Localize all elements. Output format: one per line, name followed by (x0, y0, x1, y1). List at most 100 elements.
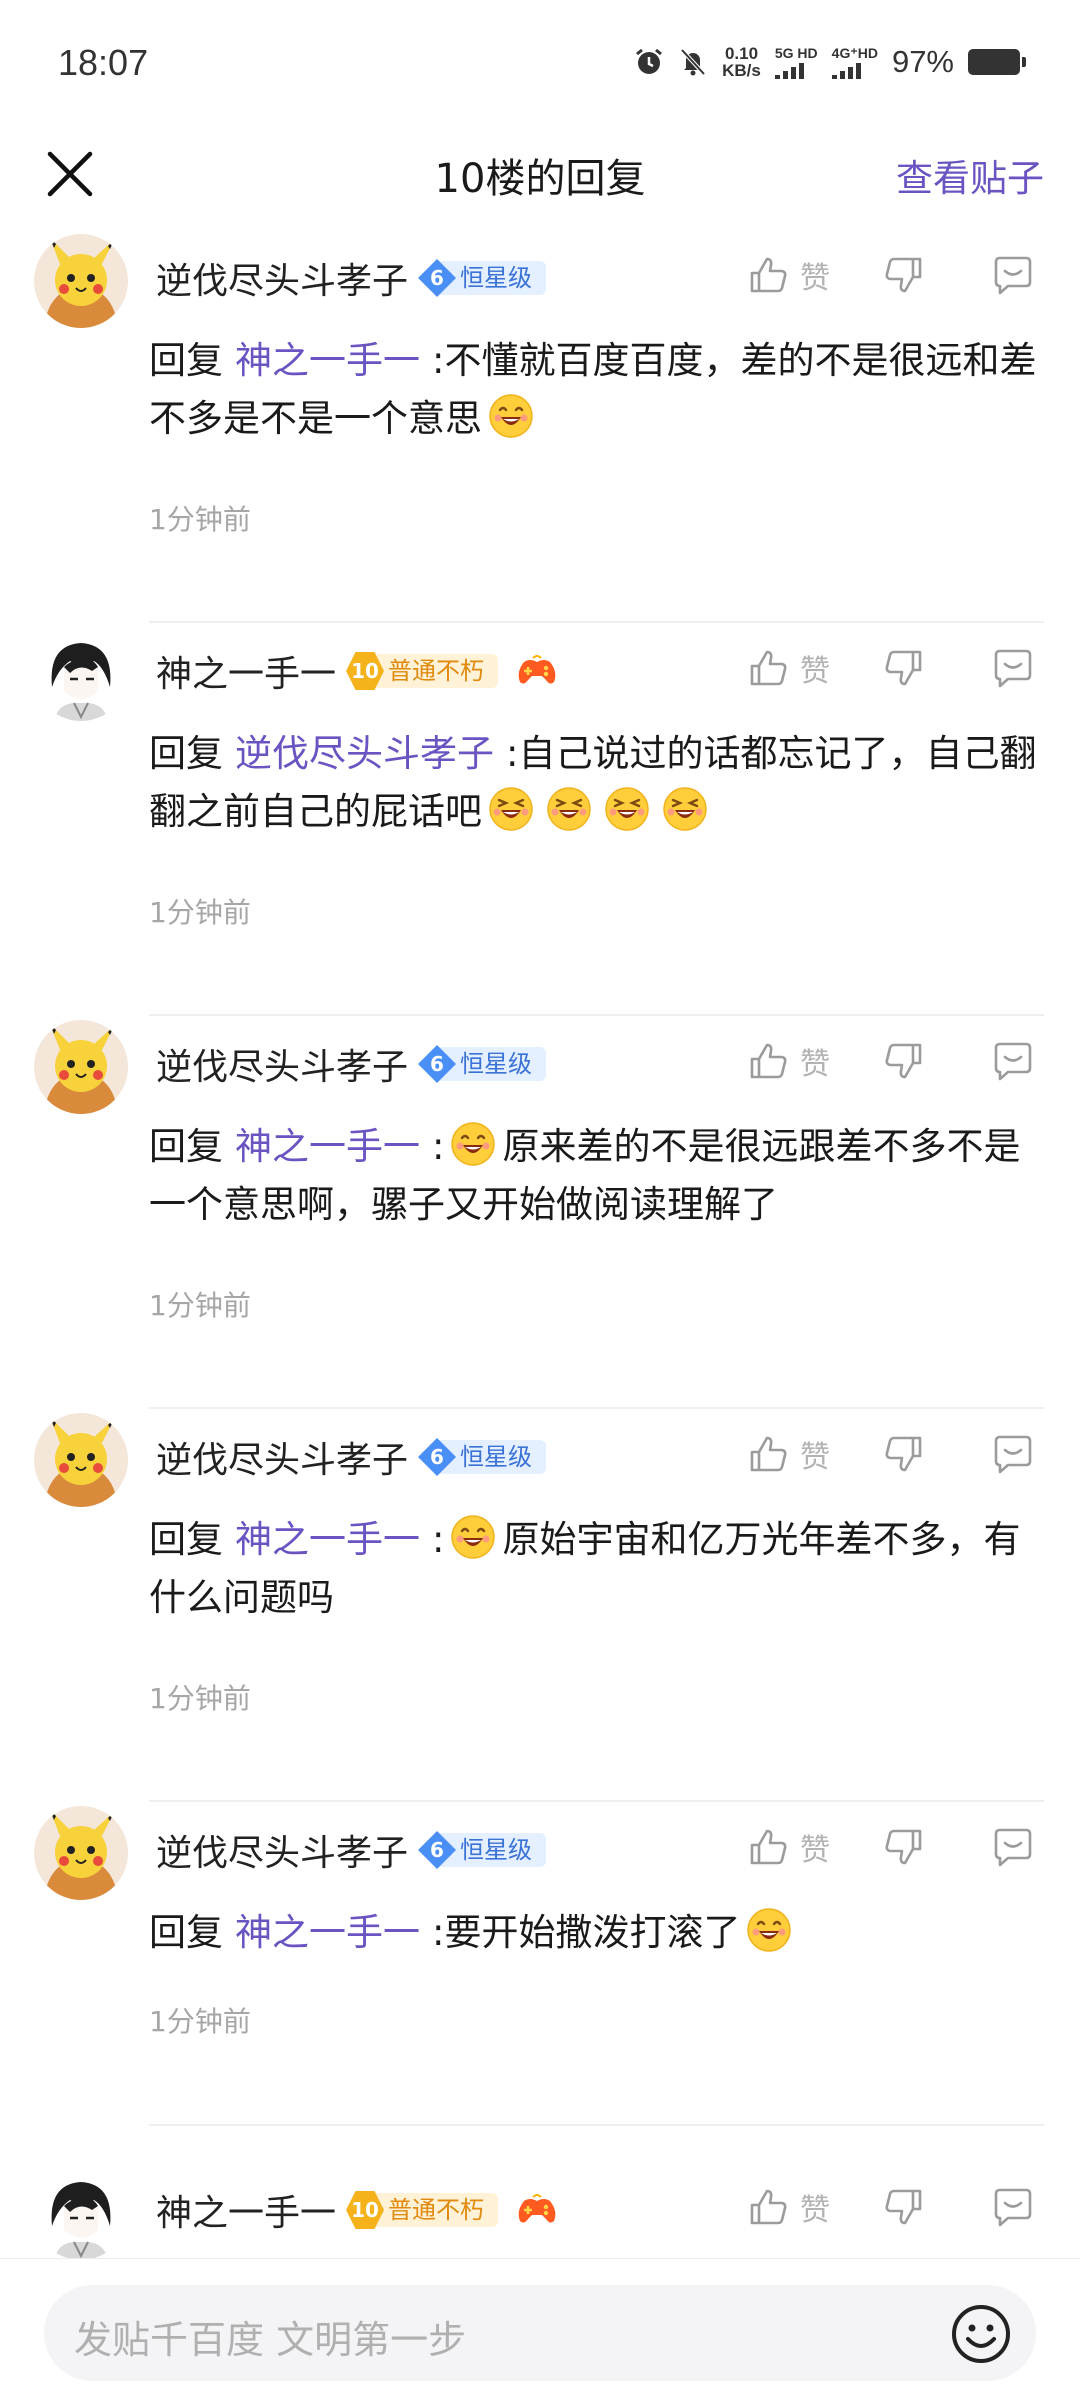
status-time: 18:07 (58, 42, 149, 83)
reply-prefix: 回复 (149, 339, 223, 382)
username[interactable]: 逆伐尽头斗孝子 (156, 1824, 408, 1876)
smile-emoji-icon (450, 1121, 496, 1167)
avatar[interactable] (34, 2166, 128, 2260)
username[interactable]: 逆伐尽头斗孝子 (156, 1431, 408, 1483)
alarm-icon (636, 48, 663, 74)
mention-link[interactable]: 神之一手一 (235, 1911, 420, 1954)
smile-emoji-icon (746, 1907, 792, 1953)
user-row: 神之一手一 10 普通不朽 (156, 645, 558, 697)
list-item: 逆伐尽头斗孝子 6 恒星级 赞 回复 神之一手一:要开始撒泼打滚了 1分钟前 (0, 1802, 1080, 2126)
smile-emoji-icon (450, 1514, 496, 1560)
like-button[interactable]: 赞 (746, 646, 830, 690)
mention-link[interactable]: 逆伐尽头斗孝子 (235, 732, 494, 775)
like-label: 赞 (800, 1440, 830, 1475)
thumbs-down-icon[interactable] (882, 1432, 926, 1476)
comment-input-bar: 发贴千百度 文明第一步 (0, 2258, 1080, 2400)
signal-4g: 4G⁺HD (831, 44, 878, 79)
grin-emoji-icon (488, 786, 534, 832)
gamepad-icon (516, 654, 558, 688)
timestamp: 1分钟前 (149, 503, 251, 536)
username[interactable]: 神之一手一 (156, 2184, 336, 2236)
like-button[interactable]: 赞 (746, 2185, 830, 2229)
battery-percent: 97% (891, 44, 954, 79)
mention-link[interactable]: 神之一手一 (235, 339, 420, 382)
mention-link[interactable]: 神之一手一 (235, 1518, 420, 1561)
reply-prefix: 回复 (149, 732, 223, 775)
level-badge: 6 恒星级 (418, 1831, 547, 1869)
view-post-link[interactable]: 查看贴子 (896, 148, 1044, 202)
like-button[interactable]: 赞 (746, 1039, 830, 1083)
input-placeholder: 发贴千百度 文明第一步 (74, 2318, 467, 2362)
avatar[interactable] (34, 1413, 128, 1507)
timestamp: 1分钟前 (149, 1682, 251, 1715)
signal-4g-label: 4G⁺HD (831, 44, 878, 61)
level-badge: 6 恒星级 (418, 259, 547, 297)
username[interactable]: 逆伐尽头斗孝子 (156, 252, 408, 304)
level-badge: 10 普通不朽 (346, 652, 499, 690)
speed-unit: KB/s (722, 61, 761, 80)
reply-list: 逆伐尽头斗孝子 6 恒星级 赞 回复 神之一手一:不懂就百度百度，差的不是很远和差… (0, 230, 1080, 2266)
reply-icon[interactable] (990, 2184, 1036, 2230)
grin-emoji-icon (662, 786, 708, 832)
reply-icon[interactable] (990, 252, 1036, 298)
reply-icon[interactable] (990, 645, 1036, 691)
mute-bell-icon (680, 48, 706, 76)
thumbs-up-icon (746, 2185, 790, 2229)
action-row: 赞 (746, 2184, 1036, 2230)
comment-input[interactable]: 发贴千百度 文明第一步 (44, 2285, 1036, 2381)
signal-5g: 5G HD (774, 45, 818, 79)
like-label: 赞 (800, 1047, 830, 1082)
action-row: 赞 (746, 1038, 1036, 1084)
thumbs-down-icon[interactable] (882, 646, 926, 690)
avatar[interactable] (34, 234, 128, 328)
level-title: 普通不朽 (366, 2193, 499, 2227)
mention-link[interactable]: 神之一手一 (235, 1125, 420, 1168)
like-button[interactable]: 赞 (746, 1432, 830, 1476)
reply-icon[interactable] (990, 1431, 1036, 1477)
speed-value: 0.10 (724, 44, 759, 63)
username[interactable]: 神之一手一 (156, 645, 336, 697)
reply-icon[interactable] (990, 1824, 1036, 1870)
avatar[interactable] (34, 627, 128, 721)
thumbs-down-icon[interactable] (882, 1825, 926, 1869)
user-row: 逆伐尽头斗孝子 6 恒星级 (156, 1431, 547, 1483)
avatar[interactable] (34, 1806, 128, 1900)
thumbs-up-icon (746, 253, 790, 297)
list-item: 神之一手一 10 普通不朽 赞 (0, 2126, 1080, 2266)
timestamp: 1分钟前 (149, 896, 251, 929)
signal-bars-icon (774, 62, 804, 79)
username[interactable]: 逆伐尽头斗孝子 (156, 1038, 408, 1090)
reply-icon[interactable] (990, 1038, 1036, 1084)
like-label: 赞 (800, 2193, 830, 2228)
list-item: 逆伐尽头斗孝子 6 恒星级 赞 回复 神之一手一: 原始宇宙和亿万光年差不多，有什么… (0, 1409, 1080, 1802)
emoji-picker-icon[interactable] (950, 2303, 1012, 2365)
header: 10楼的回复 查看贴子 (0, 130, 1080, 230)
avatar[interactable] (34, 1020, 128, 1114)
smile-emoji-icon (488, 393, 534, 439)
gamepad-icon (516, 2193, 558, 2227)
timestamp: 1分钟前 (149, 1289, 251, 1322)
level-badge: 6 恒星级 (418, 1438, 547, 1476)
like-button[interactable]: 赞 (746, 253, 830, 297)
level-badge: 10 普通不朽 (346, 2191, 499, 2229)
comment-content: 回复 神之一手一:不懂就百度百度，差的不是很远和差不多是不是一个意思 (149, 332, 1042, 448)
battery-icon (968, 49, 1026, 75)
list-item: 逆伐尽头斗孝子 6 恒星级 赞 回复 神之一手一:不懂就百度百度，差的不是很远和差… (0, 230, 1080, 623)
thumbs-down-icon[interactable] (882, 1039, 926, 1083)
thumbs-down-icon[interactable] (882, 2185, 926, 2229)
thumbs-down-icon[interactable] (882, 253, 926, 297)
like-button[interactable]: 赞 (746, 1825, 830, 1869)
action-row: 赞 (746, 645, 1036, 691)
thumbs-up-icon (746, 646, 790, 690)
list-item: 神之一手一 10 普通不朽 赞 回复 逆伐尽头斗孝子:自己说过的话都忘记了，自己翻… (0, 623, 1080, 1016)
comment-colon: : (432, 1125, 445, 1168)
user-row: 逆伐尽头斗孝子 6 恒星级 (156, 1824, 547, 1876)
action-row: 赞 (746, 252, 1036, 298)
grin-emoji-icon (546, 786, 592, 832)
list-item: 逆伐尽头斗孝子 6 恒星级 赞 回复 神之一手一: 原来差的不是很远跟差不多不是一个… (0, 1016, 1080, 1409)
comment-content: 回复 神之一手一:要开始撒泼打滚了 (149, 1904, 1042, 1962)
grin-emoji-icon (604, 786, 650, 832)
signal-bars-icon (831, 62, 861, 79)
comment-text: :要开始撒泼打滚了 (432, 1911, 741, 1954)
thumbs-up-icon (746, 1825, 790, 1869)
